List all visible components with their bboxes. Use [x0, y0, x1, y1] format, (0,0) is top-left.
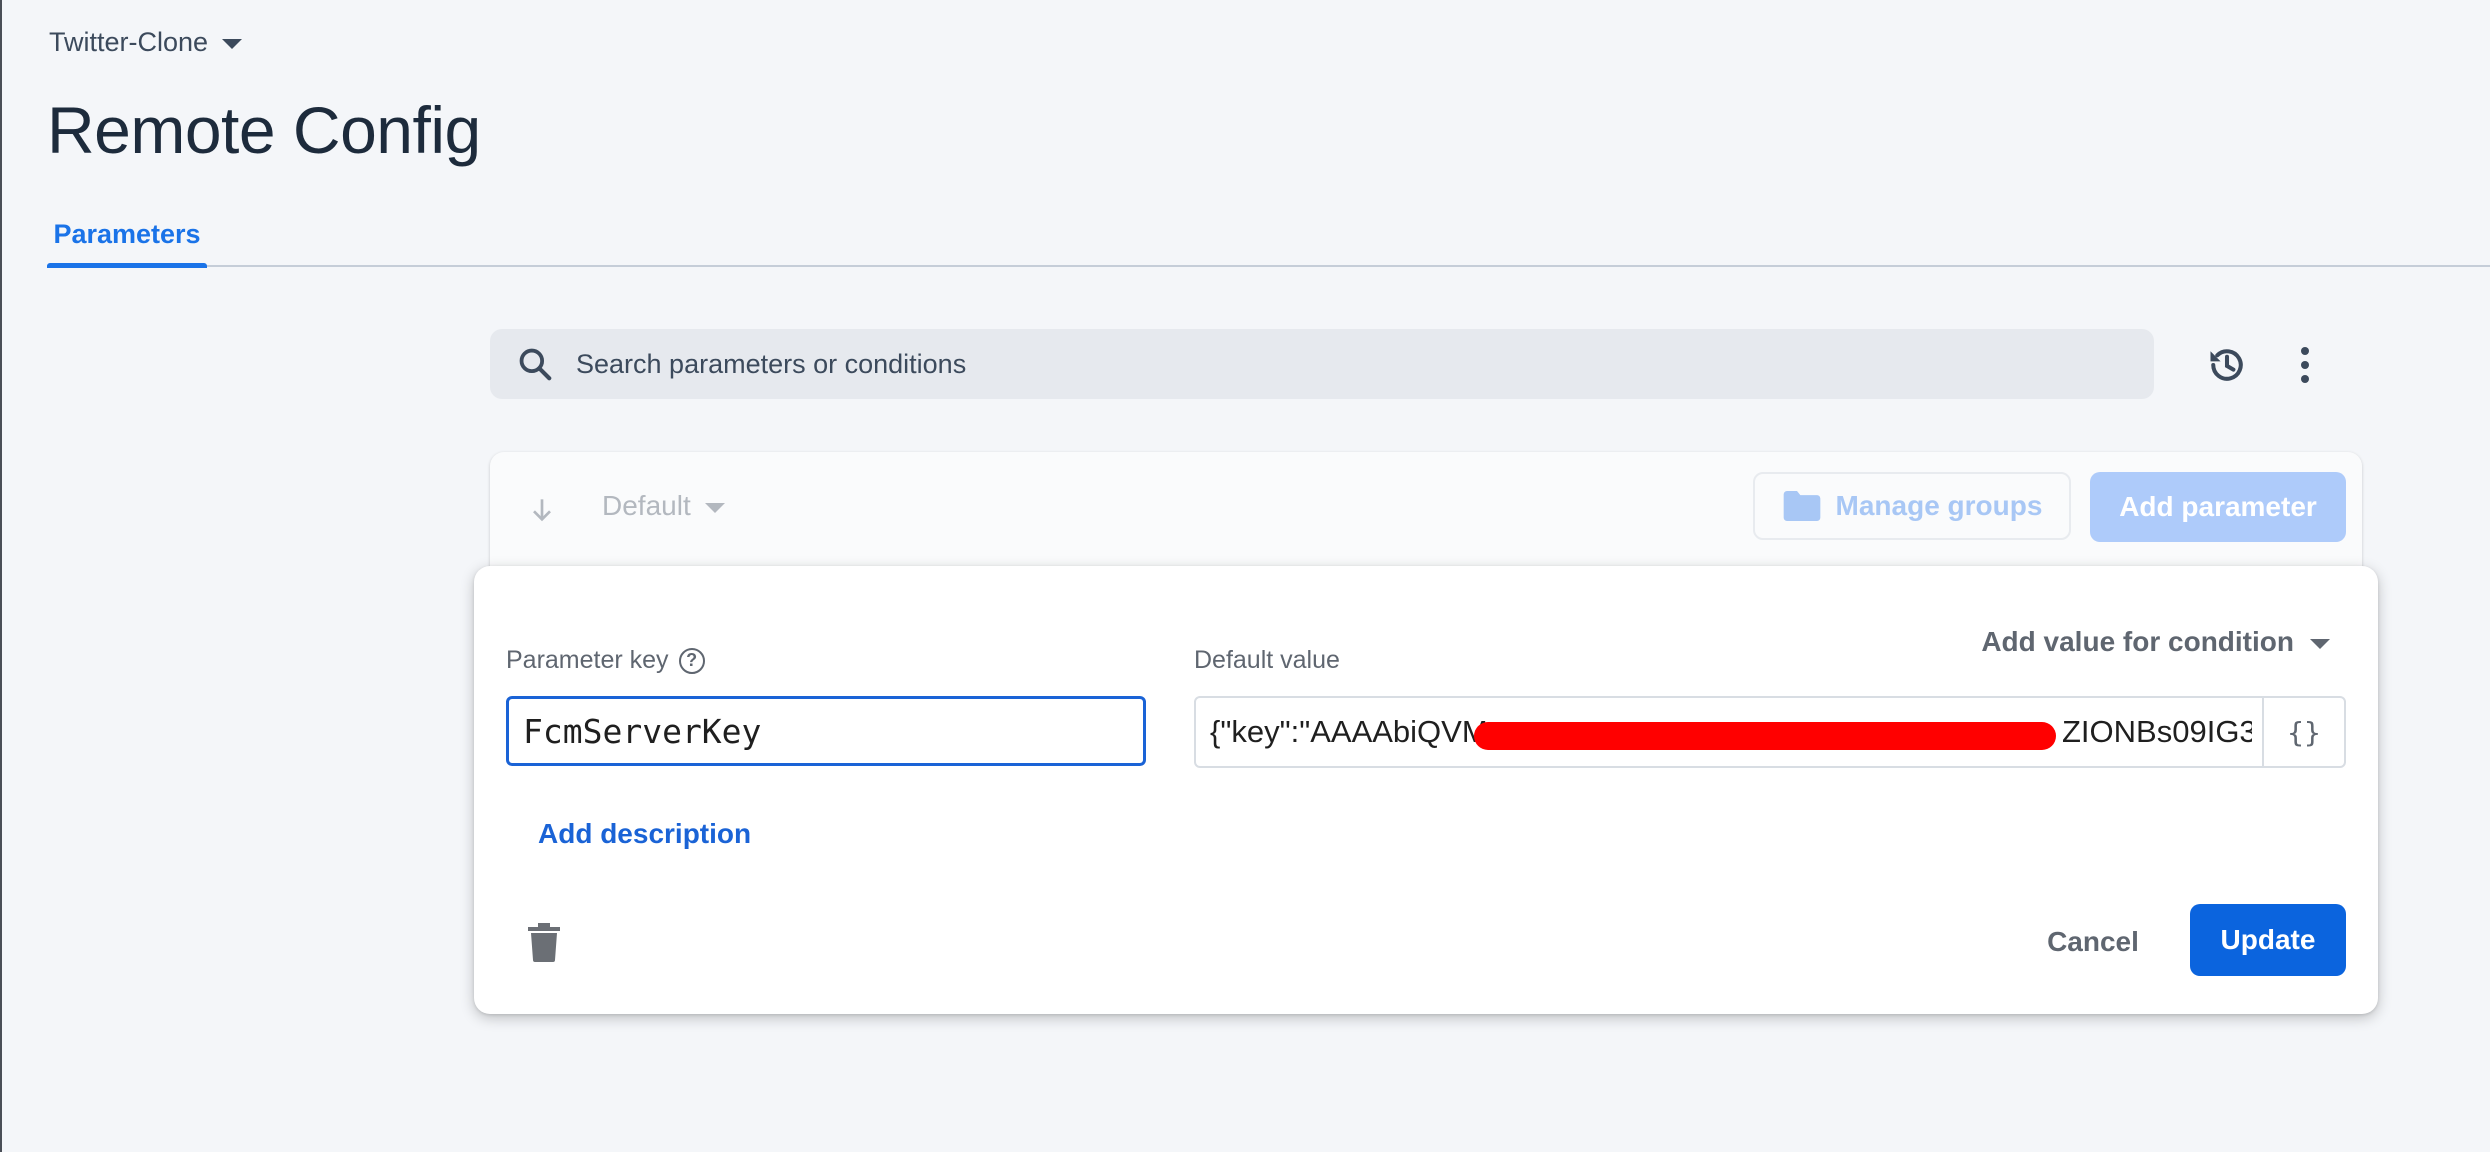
default-value-input[interactable]: {"key":"AAAAbiQVM ZIONBs09IG3. {}	[1194, 696, 2346, 768]
parameter-key-label: Parameter key	[506, 646, 669, 674]
chevron-down-icon	[2310, 638, 2330, 649]
redaction-mark	[1474, 722, 2056, 750]
more-vert-icon	[2301, 347, 2309, 383]
more-options-button[interactable]	[2282, 340, 2328, 390]
parameter-key-label-row: Parameter key ?	[506, 646, 705, 675]
project-name: Twitter-Clone	[49, 26, 209, 57]
history-button[interactable]	[2200, 340, 2254, 390]
manage-groups-button[interactable]: Manage groups	[1753, 472, 2071, 540]
json-editor-button[interactable]: {}	[2262, 698, 2344, 766]
history-icon	[2210, 349, 2243, 381]
chevron-down-icon	[704, 502, 725, 513]
trash-icon[interactable]	[528, 922, 560, 962]
group-select-value: Default	[602, 490, 691, 521]
add-description-link[interactable]: Add description	[538, 818, 751, 850]
add-parameter-label: Add parameter	[2119, 491, 2317, 522]
search-bar[interactable]	[490, 329, 2154, 399]
manage-groups-label: Manage groups	[1835, 490, 2043, 521]
braces-icon: {}	[2287, 715, 2321, 749]
help-icon[interactable]: ?	[678, 647, 705, 674]
parameter-key-input[interactable]	[506, 696, 1146, 766]
search-icon	[519, 348, 552, 381]
tab-parameters-label: Parameters	[53, 218, 201, 249]
add-parameter-button[interactable]: Add parameter	[2090, 472, 2346, 542]
search-input[interactable]	[574, 347, 2078, 381]
arrow-down-icon[interactable]	[526, 492, 558, 528]
window-left-border	[0, 0, 2, 1152]
project-selector[interactable]: Twitter-Clone	[49, 22, 243, 62]
add-value-for-condition-dropdown[interactable]: Add value for condition	[1981, 626, 2330, 658]
default-value-label: Default value	[1194, 646, 1340, 674]
parameter-editor: Parameter key ? Default value Add value …	[474, 566, 2378, 1014]
chevron-down-icon	[222, 38, 243, 49]
tab-bar: Parameters	[0, 200, 2490, 268]
page-title: Remote Config	[47, 93, 481, 167]
cancel-label: Cancel	[2047, 926, 2139, 957]
default-value-text-end: ZIONBs09IG3.	[2062, 714, 2252, 749]
folder-icon	[1783, 491, 1820, 521]
update-label: Update	[2220, 924, 2316, 955]
group-select[interactable]: Default	[602, 490, 725, 522]
active-tab-indicator	[47, 263, 207, 268]
tab-divider	[47, 265, 2490, 267]
cancel-button[interactable]: Cancel	[2028, 906, 2158, 978]
tab-parameters[interactable]: Parameters	[47, 200, 207, 268]
add-condition-label: Add value for condition	[1981, 626, 2294, 657]
update-button[interactable]: Update	[2190, 904, 2346, 976]
